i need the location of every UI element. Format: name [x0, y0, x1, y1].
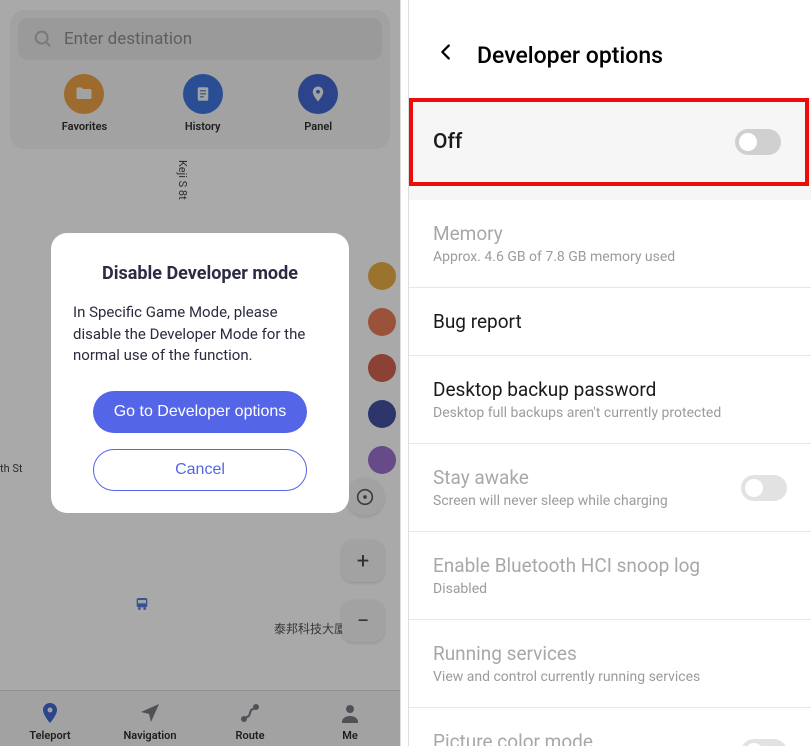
- settings-screen: Developer options Off Memory Approx. 4.6…: [409, 0, 811, 746]
- toggle-switch[interactable]: [741, 739, 787, 746]
- go-to-dev-options-button[interactable]: Go to Developer options: [93, 391, 307, 433]
- dialog-body: In Specific Game Mode, please disable th…: [73, 302, 327, 367]
- dialog-title: Disable Developer mode: [73, 263, 327, 284]
- modal-overlay: Disable Developer mode In Specific Game …: [0, 0, 400, 746]
- back-button[interactable]: [435, 40, 457, 70]
- settings-header: Developer options: [409, 0, 811, 98]
- chevron-left-icon: [435, 41, 457, 63]
- settings-title: Developer options: [477, 42, 663, 69]
- picture-color-mode-tile[interactable]: Picture color mode Use sRGB: [409, 708, 811, 746]
- toggle-switch[interactable]: [741, 475, 787, 501]
- toggle-switch[interactable]: [735, 129, 781, 155]
- memory-tile[interactable]: Memory Approx. 4.6 GB of 7.8 GB memory u…: [409, 200, 811, 288]
- bt-hci-tile[interactable]: Enable Bluetooth HCI snoop log Disabled: [409, 532, 811, 620]
- cancel-button[interactable]: Cancel: [93, 449, 307, 491]
- stay-awake-tile[interactable]: Stay awake Screen will never sleep while…: [409, 444, 811, 532]
- running-services-tile[interactable]: Running services View and control curren…: [409, 620, 811, 708]
- toggle-label: Off: [433, 130, 725, 154]
- highlighted-toggle-area: Off: [409, 98, 809, 186]
- dev-options-master-toggle[interactable]: Off: [413, 102, 805, 182]
- panel-divider: [400, 0, 409, 746]
- map-app-screen: th St Keji S 8t 泰邦科技大厦 Enter destination…: [0, 0, 400, 746]
- backup-password-tile[interactable]: Desktop backup password Desktop full bac…: [409, 356, 811, 444]
- disable-dev-dialog: Disable Developer mode In Specific Game …: [51, 233, 349, 513]
- settings-list: Memory Approx. 4.6 GB of 7.8 GB memory u…: [409, 200, 811, 746]
- bug-report-tile[interactable]: Bug report: [409, 288, 811, 356]
